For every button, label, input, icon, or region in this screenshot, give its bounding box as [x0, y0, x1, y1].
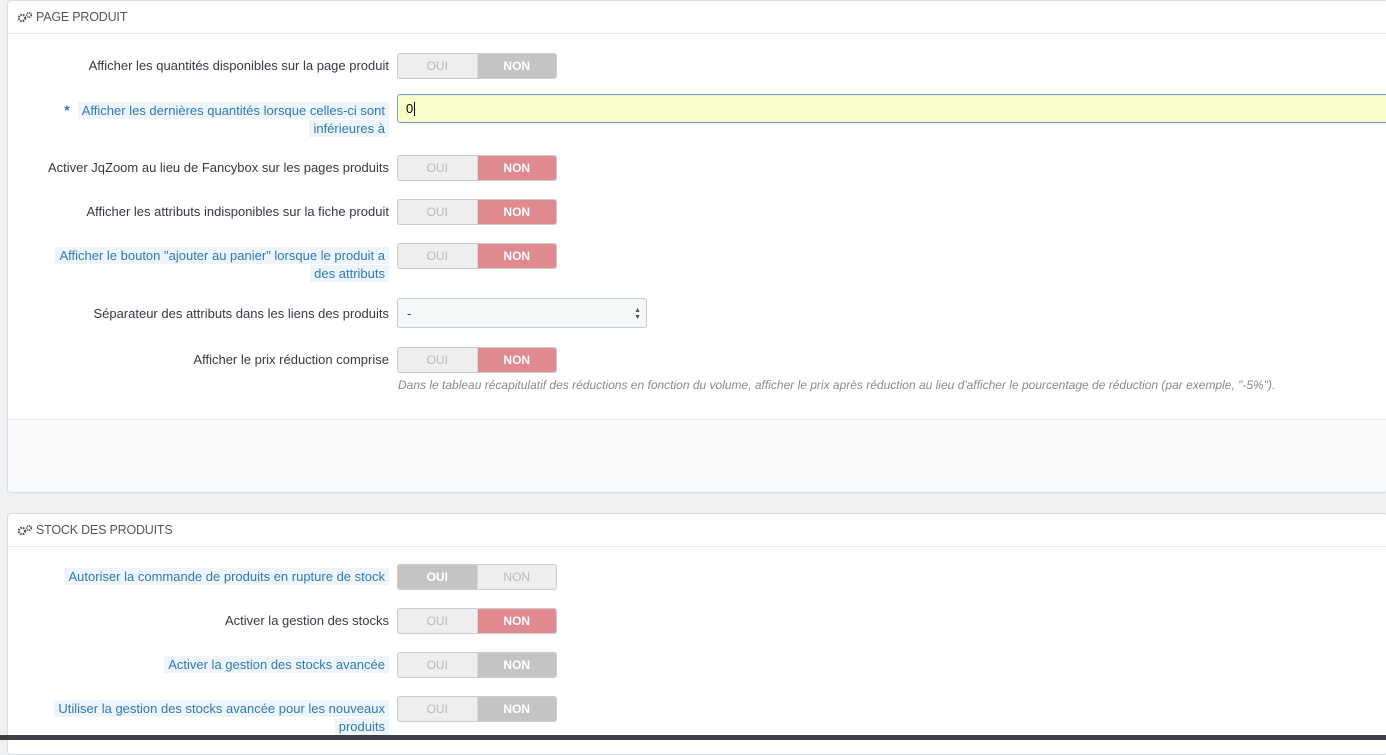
toggle-advanced-stock[interactable]: OUI NON — [397, 652, 557, 678]
field-label: Afficher le prix réduction comprise — [193, 352, 389, 367]
last-quantities-input[interactable]: 0 — [397, 94, 1386, 123]
toggle-jqzoom[interactable]: OUI NON — [397, 155, 557, 181]
toggle-oui[interactable]: OUI — [398, 653, 477, 677]
field-label-hint[interactable]: * Afficher les dernières quantités lorsqu… — [9, 101, 389, 138]
field-label-line1: Afficher les dernières quantités lorsque… — [77, 102, 389, 119]
panel-page-produit: PAGE PRODUIT Afficher les quantités disp… — [7, 0, 1386, 493]
toggle-oui[interactable]: OUI — [398, 244, 477, 268]
panel-stock-produits: STOCK DES PRODUITS Autoriser la commande… — [7, 513, 1386, 755]
field-label-hint[interactable]: Afficher le bouton "ajouter au panier" l… — [9, 247, 389, 283]
field-label-line2: inférieures à — [309, 120, 389, 137]
toggle-show-quantities[interactable]: OUI NON — [397, 53, 557, 79]
sort-arrows-icon: ▲ ▼ — [634, 307, 641, 321]
toggle-non[interactable]: NON — [477, 244, 556, 268]
toggle-oui[interactable]: OUI — [398, 348, 477, 372]
toggle-advanced-stock-new-products[interactable]: OUI NON — [397, 696, 557, 722]
panel-footer — [8, 419, 1386, 492]
help-text: Dans le tableau récapitulatif des réduct… — [398, 378, 1276, 392]
panel-title: STOCK DES PRODUITS — [36, 523, 173, 537]
input-value: 0 — [406, 101, 414, 116]
toggle-allow-out-of-stock[interactable]: OUI NON — [397, 564, 557, 590]
field-label: Activer JqZoom au lieu de Fancybox sur l… — [47, 160, 389, 175]
toggle-non[interactable]: NON — [477, 156, 556, 180]
required-marker: * — [64, 102, 70, 118]
toggle-oui[interactable]: OUI — [398, 609, 477, 633]
field-label: Afficher les quantités disponibles sur l… — [88, 58, 389, 73]
field-label-text: Activer la gestion des stocks avancée — [164, 656, 389, 673]
toggle-stock-management[interactable]: OUI NON — [397, 608, 557, 634]
toggle-non[interactable]: NON — [477, 653, 556, 677]
toggle-non[interactable]: NON — [477, 697, 556, 721]
panel-title: PAGE PRODUIT — [36, 10, 128, 24]
select-value: - — [407, 305, 412, 321]
toggle-oui[interactable]: OUI — [398, 697, 477, 721]
os-taskbar — [0, 735, 1386, 740]
toggle-oui[interactable]: OUI — [398, 565, 477, 589]
toggle-non[interactable]: NON — [478, 565, 557, 589]
toggle-non[interactable]: NON — [477, 609, 556, 633]
field-label-hint[interactable]: Activer la gestion des stocks avancée — [9, 656, 389, 674]
panel-heading-stock: STOCK DES PRODUITS — [8, 514, 1386, 547]
field-label: Afficher les attributs indisponibles sur… — [86, 204, 389, 219]
toggle-unavailable-attributes[interactable]: OUI NON — [397, 199, 557, 225]
toggle-non[interactable]: NON — [477, 54, 556, 78]
field-label: Activer la gestion des stocks — [224, 613, 389, 628]
toggle-non[interactable]: NON — [477, 348, 556, 372]
field-label-hint[interactable]: Utiliser la gestion des stocks avancée p… — [9, 700, 389, 736]
toggle-discount-price[interactable]: OUI NON — [397, 347, 557, 373]
field-label-line1: Utiliser la gestion des stocks avancée p… — [54, 700, 389, 717]
text-caret — [414, 101, 416, 116]
field-label-line2: des attributs — [310, 265, 389, 282]
toggle-non[interactable]: NON — [477, 200, 556, 224]
toggle-oui[interactable]: OUI — [398, 54, 477, 78]
toggle-oui[interactable]: OUI — [398, 156, 477, 180]
field-label: Séparateur des attributs dans les liens … — [93, 306, 389, 321]
panel-heading-page-produit: PAGE PRODUIT — [8, 1, 1386, 34]
field-label-text: Autoriser la commande de produits en rup… — [64, 568, 389, 585]
toggle-oui[interactable]: OUI — [398, 200, 477, 224]
attribute-separator-select[interactable]: - ▲ ▼ — [397, 298, 647, 328]
toggle-add-to-cart[interactable]: OUI NON — [397, 243, 557, 269]
field-label-line1: Afficher le bouton "ajouter au panier" l… — [55, 247, 389, 264]
field-label-line2: produits — [334, 718, 389, 735]
cogs-icon — [17, 11, 33, 23]
field-label-hint[interactable]: Autoriser la commande de produits en rup… — [9, 568, 389, 586]
cogs-icon — [17, 524, 33, 536]
